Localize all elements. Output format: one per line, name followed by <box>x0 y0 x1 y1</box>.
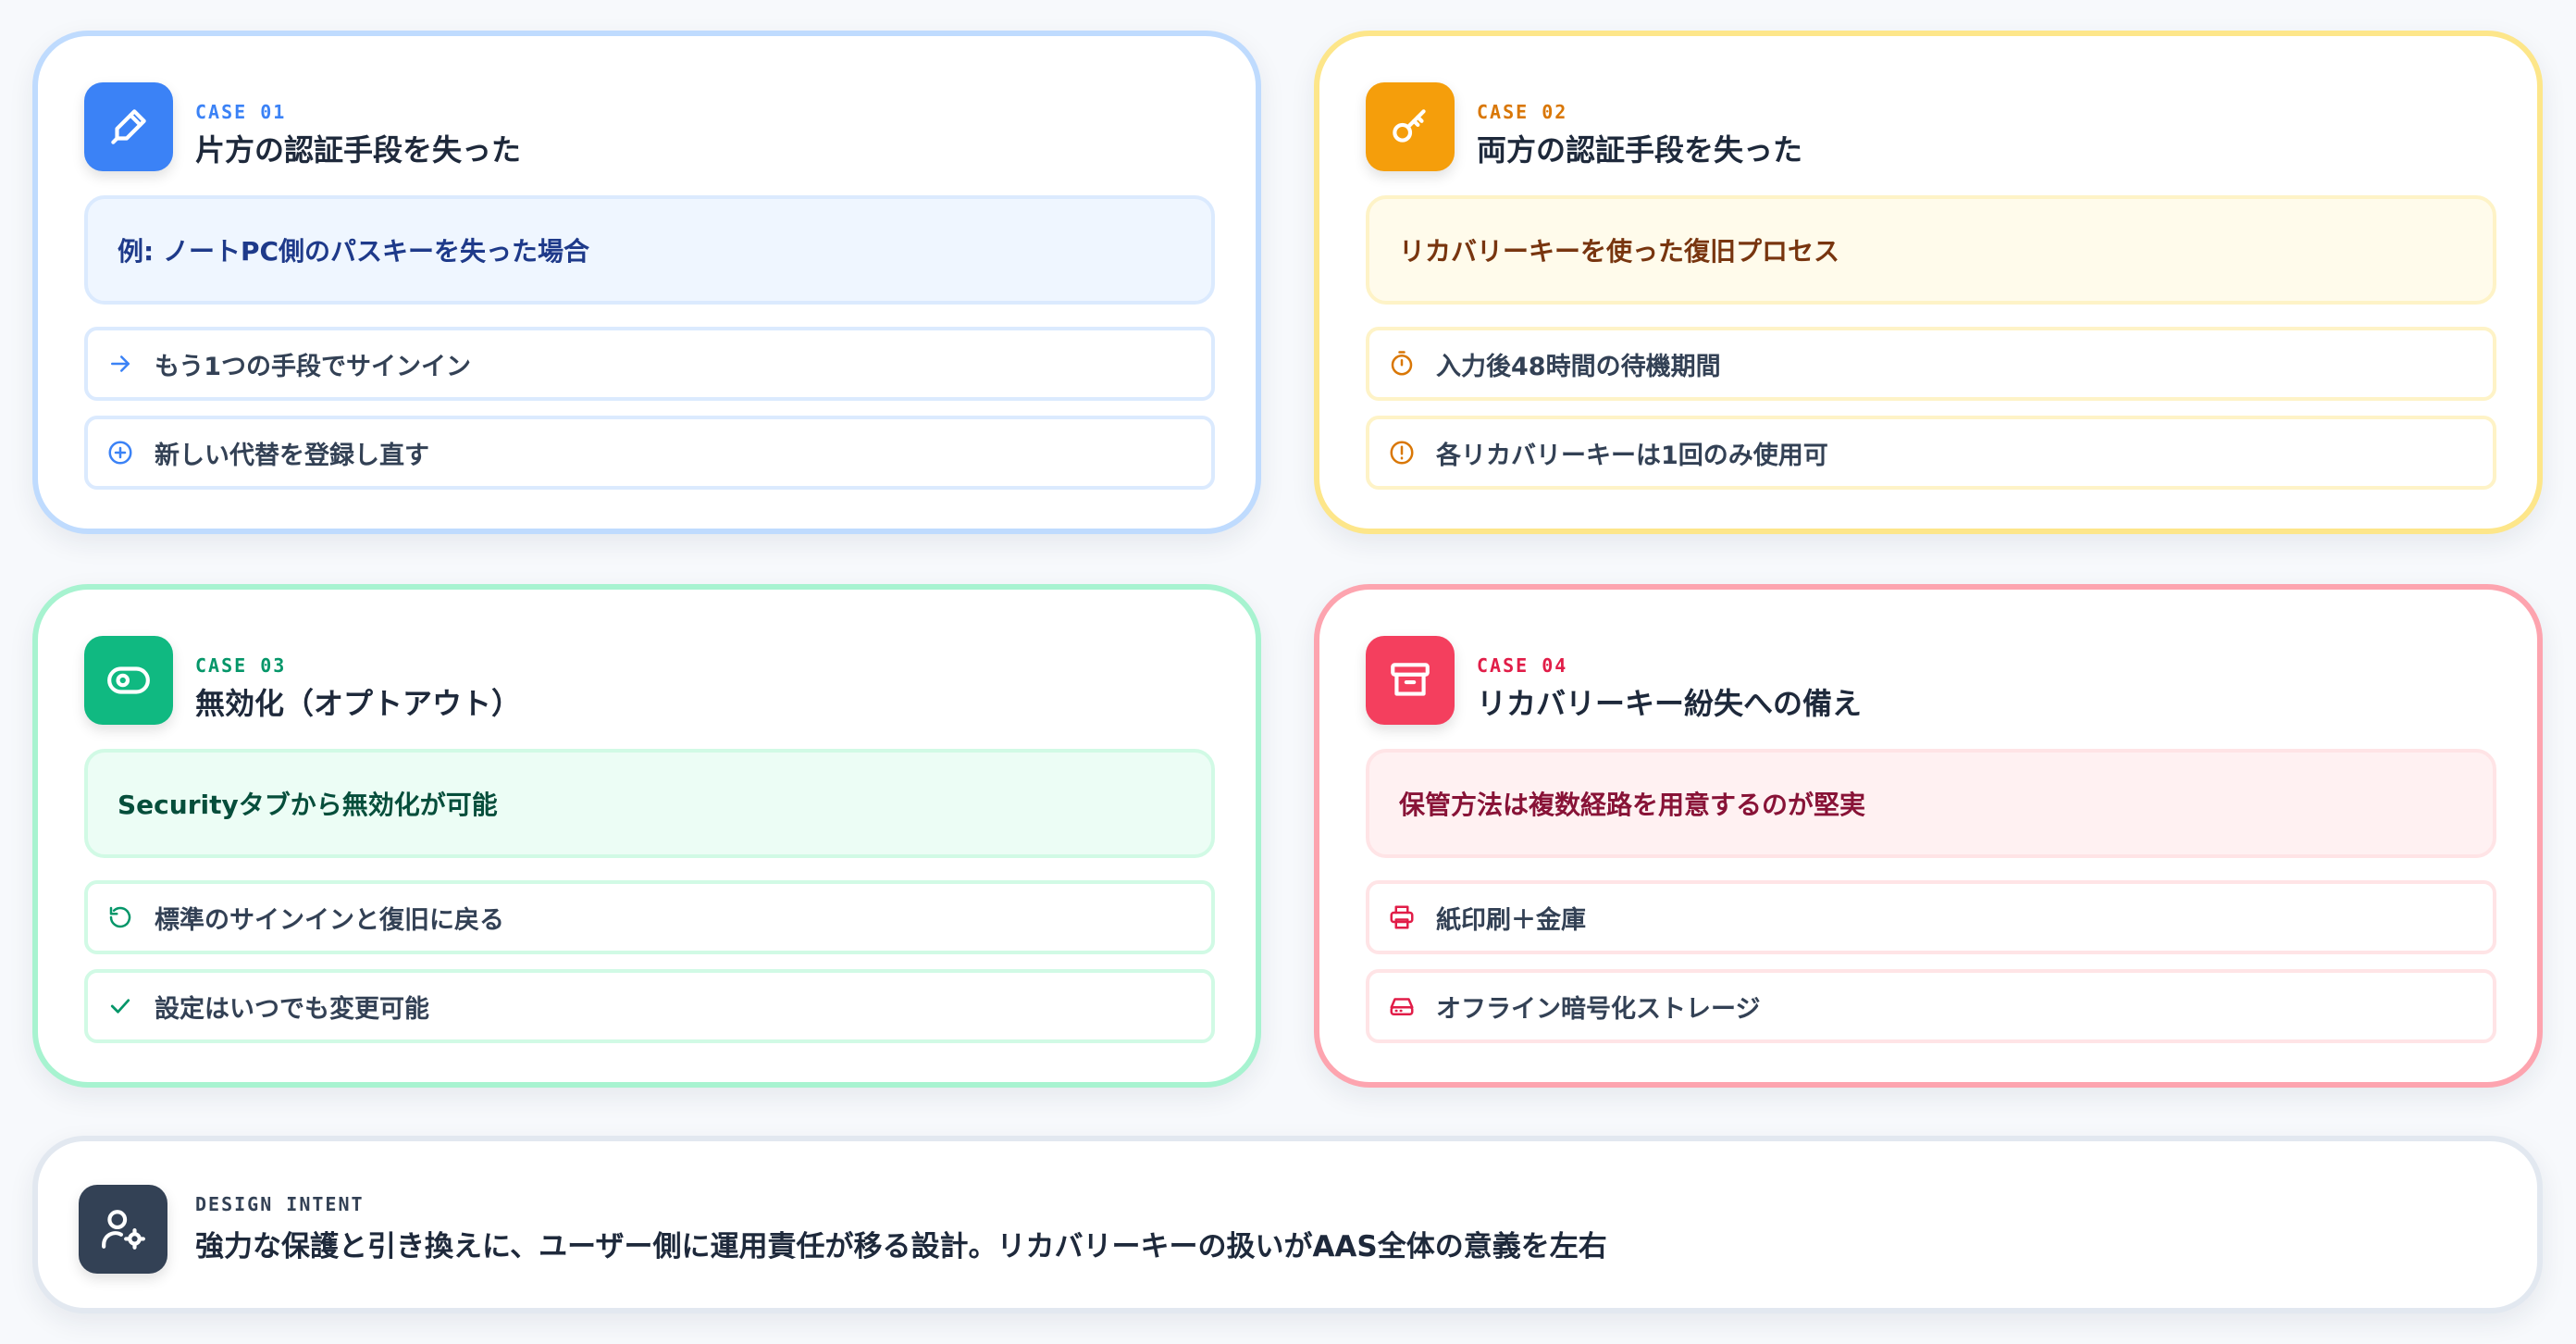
user-gear-icon <box>79 1185 167 1274</box>
case-title: リカバリーキー紛失への備え <box>1477 686 1863 721</box>
printer-icon <box>1388 903 1416 931</box>
case-highlight: 例: ノートPC側のパスキーを失った場合 <box>84 195 1215 305</box>
case-highlight: リカバリーキーを使った復旧プロセス <box>1366 195 2496 305</box>
rotate-ccw-icon <box>106 903 134 931</box>
case-item: 設定はいつでも変更可能 <box>84 969 1215 1043</box>
case-item-text: 入力後48時間の待機期間 <box>1436 352 1721 381</box>
case-card-02: CASE 02 両方の認証手段を失った リカバリーキーを使った復旧プロセス 入力… <box>1314 31 2543 534</box>
case-highlight: 保管方法は複数経路を用意するのが堅実 <box>1366 749 2496 858</box>
case-item: もう1つの手段でサインイン <box>84 327 1215 401</box>
toggle-icon <box>84 636 173 725</box>
case-label: CASE 04 <box>1477 654 1568 677</box>
intent-text: 強力な保護と引き換えに、ユーザー側に運用責任が移る設計。リカバリーキーの扱いがA… <box>195 1230 1607 1263</box>
timer-icon <box>1388 350 1416 378</box>
case-item: 各リカバリーキーは1回のみ使用可 <box>1366 416 2496 490</box>
case-item: 入力後48時間の待機期間 <box>1366 327 2496 401</box>
plus-circle-icon <box>106 439 134 467</box>
case-card-01: CASE 01 片方の認証手段を失った 例: ノートPC側のパスキーを失った場合… <box>32 31 1261 534</box>
case-label: CASE 02 <box>1477 101 1568 123</box>
case-label: CASE 03 <box>195 654 287 677</box>
case-title: 片方の認証手段を失った <box>195 132 522 168</box>
case-label: CASE 01 <box>195 101 287 123</box>
case-item: 新しい代替を登録し直す <box>84 416 1215 490</box>
intent-label: DESIGN INTENT <box>195 1193 365 1215</box>
fingerprint-pen-icon <box>84 82 173 171</box>
case-item-text: もう1つの手段でサインイン <box>155 352 471 381</box>
canvas: CASE 01 片方の認証手段を失った 例: ノートPC側のパスキーを失った場合… <box>0 0 2576 1344</box>
case-item-text: 新しい代替を登録し直す <box>155 441 429 470</box>
case-item-text: 紙印刷＋金庫 <box>1436 905 1586 935</box>
case-highlight: Securityタブから無効化が可能 <box>84 749 1215 858</box>
case-card-03: CASE 03 無効化（オプトアウト） Securityタブから無効化が可能 標… <box>32 584 1261 1088</box>
alert-circle-icon <box>1388 439 1416 467</box>
key-icon <box>1366 82 1455 171</box>
archive-icon <box>1366 636 1455 725</box>
hard-drive-icon <box>1388 992 1416 1020</box>
case-item-text: 設定はいつでも変更可能 <box>155 994 429 1024</box>
case-item: 標準のサインインと復旧に戻る <box>84 880 1215 954</box>
design-intent-card: DESIGN INTENT 強力な保護と引き換えに、ユーザー側に運用責任が移る設… <box>32 1136 2543 1313</box>
case-item-text: 標準のサインインと復旧に戻る <box>155 905 504 935</box>
case-item-text: 各リカバリーキーは1回のみ使用可 <box>1436 441 1828 470</box>
case-title: 無効化（オプトアウト） <box>195 686 522 721</box>
case-item: 紙印刷＋金庫 <box>1366 880 2496 954</box>
case-item-text: オフライン暗号化ストレージ <box>1436 994 1761 1024</box>
case-title: 両方の認証手段を失った <box>1477 132 1803 168</box>
arrow-right-icon <box>106 350 134 378</box>
check-icon <box>106 992 134 1020</box>
case-card-04: CASE 04 リカバリーキー紛失への備え 保管方法は複数経路を用意するのが堅実… <box>1314 584 2543 1088</box>
case-item: オフライン暗号化ストレージ <box>1366 969 2496 1043</box>
